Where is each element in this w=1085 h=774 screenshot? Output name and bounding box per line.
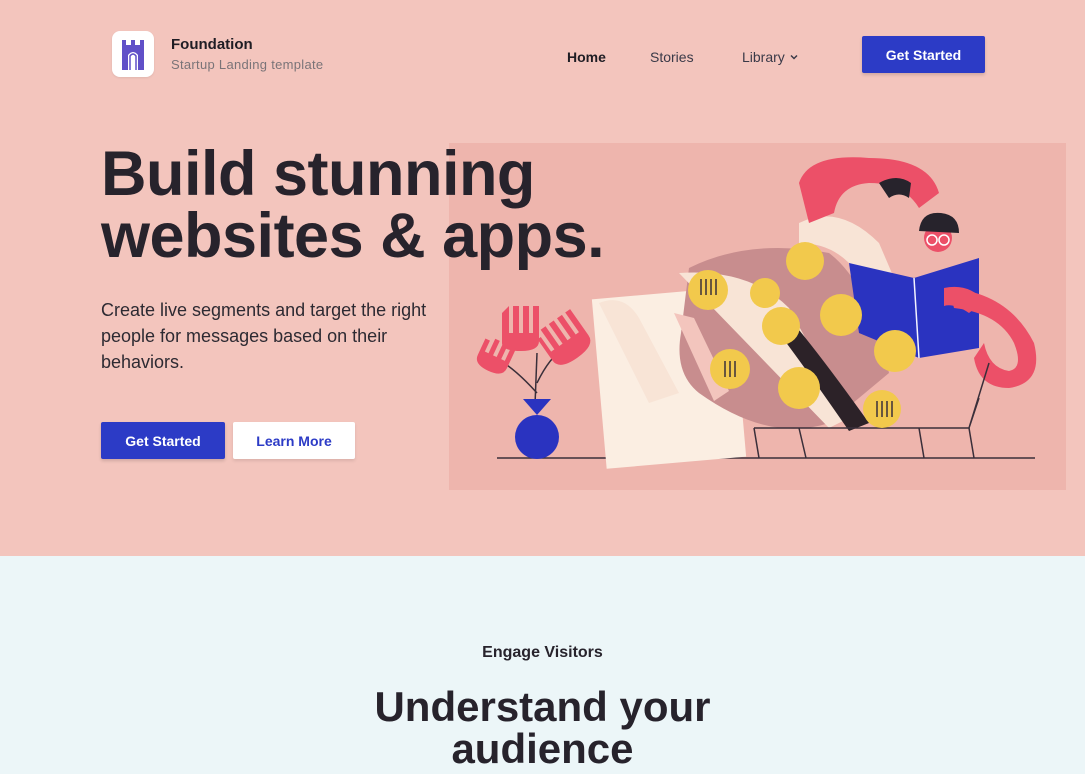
nav-library-label: Library: [742, 49, 785, 65]
header-get-started-button[interactable]: Get Started: [862, 36, 985, 73]
castle-tower-icon: [122, 40, 144, 70]
hero-headline-line2: websites & apps.: [101, 201, 605, 271]
brand-name[interactable]: Foundation: [171, 36, 253, 53]
section-title: Understand your audience: [0, 686, 1085, 770]
hero-section: Foundation Startup Landing template Home…: [0, 0, 1085, 556]
section-eyebrow: Engage Visitors: [482, 644, 603, 661]
hero-get-started-button[interactable]: Get Started: [101, 422, 225, 459]
brand-tagline: Startup Landing template: [171, 57, 324, 72]
hero-description: Create live segments and target the righ…: [101, 300, 427, 372]
nav-stories-link[interactable]: Stories: [650, 49, 694, 65]
hero-learn-more-button[interactable]: Learn More: [233, 422, 355, 459]
nav-library-dropdown[interactable]: Library: [742, 49, 799, 65]
hero-headline: Build stunning websites & apps.: [101, 143, 661, 268]
nav-home-link[interactable]: Home: [567, 49, 606, 65]
brand-logo[interactable]: [112, 31, 154, 77]
section-title-line2: audience: [451, 725, 634, 772]
section-title-line1: Understand your: [374, 683, 711, 730]
hero-headline-line1: Build stunning: [101, 139, 535, 209]
chevron-down-icon: [790, 54, 798, 60]
